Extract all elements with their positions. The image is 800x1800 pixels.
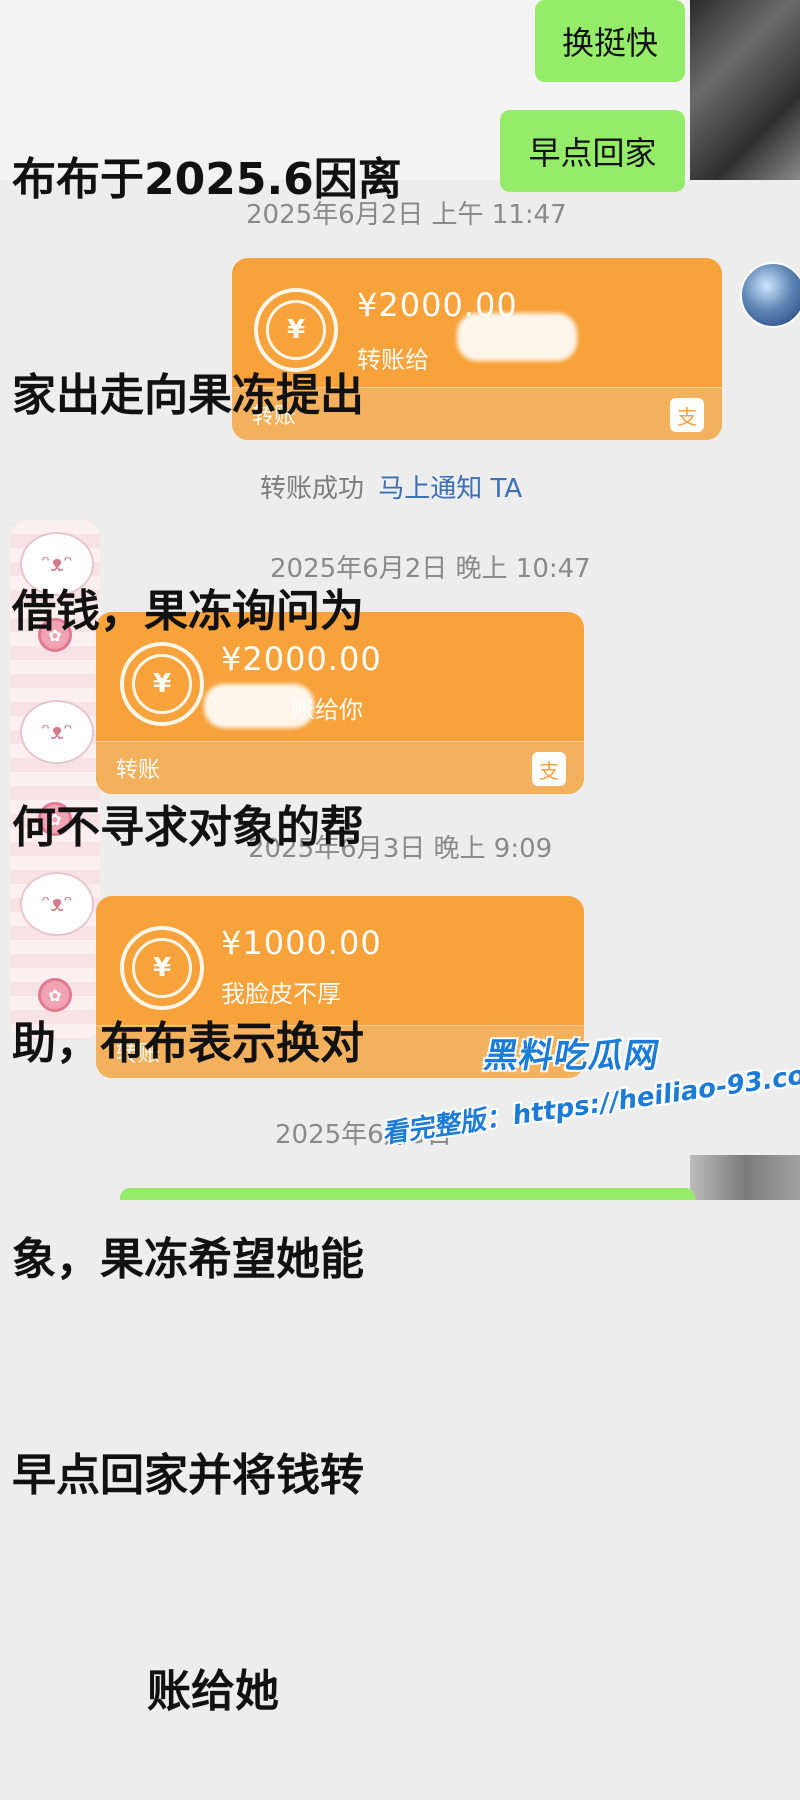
bottom-right-avatar-blurred	[690, 1155, 800, 1200]
watermark-brand: 黑料吃瓜网	[480, 1036, 663, 1076]
overlay-caption-line: 何不寻求对象的帮	[12, 802, 364, 853]
message-bubble-sent-partial[interactable]	[120, 1188, 695, 1200]
top-right-avatar-blurred	[690, 0, 800, 180]
overlay-caption-line: 借钱，果冻询问为	[12, 586, 364, 637]
message-text: 换挺快	[561, 24, 658, 62]
pay-logo-icon: 支	[532, 752, 566, 786]
pay-logo-icon: 支	[670, 398, 704, 432]
blurred-sticker	[457, 313, 577, 361]
overlay-caption-line: 早点回家并将钱转	[12, 1450, 364, 1501]
message-text: 早点回家	[528, 134, 657, 172]
message-bubble-sent[interactable]: 换挺快	[535, 0, 685, 82]
overlay-caption-line: 布布于2025.6因离	[12, 154, 402, 205]
overlay-caption-line: 家出走向果冻提出	[12, 370, 364, 421]
overlay-caption-line: 象，果冻希望她能	[12, 1234, 364, 1285]
overlay-caption-line: 助，布布表示换对	[12, 1018, 364, 1069]
overlay-caption-line: 账给她	[147, 1666, 279, 1717]
overlay-caption: 布布于2025.6因离 家出走向果冻提出 借钱，果冻询问为 何不寻求对象的帮 助…	[12, 0, 472, 1800]
message-bubble-sent[interactable]: 早点回家	[500, 110, 685, 192]
contact-avatar[interactable]	[740, 262, 800, 328]
